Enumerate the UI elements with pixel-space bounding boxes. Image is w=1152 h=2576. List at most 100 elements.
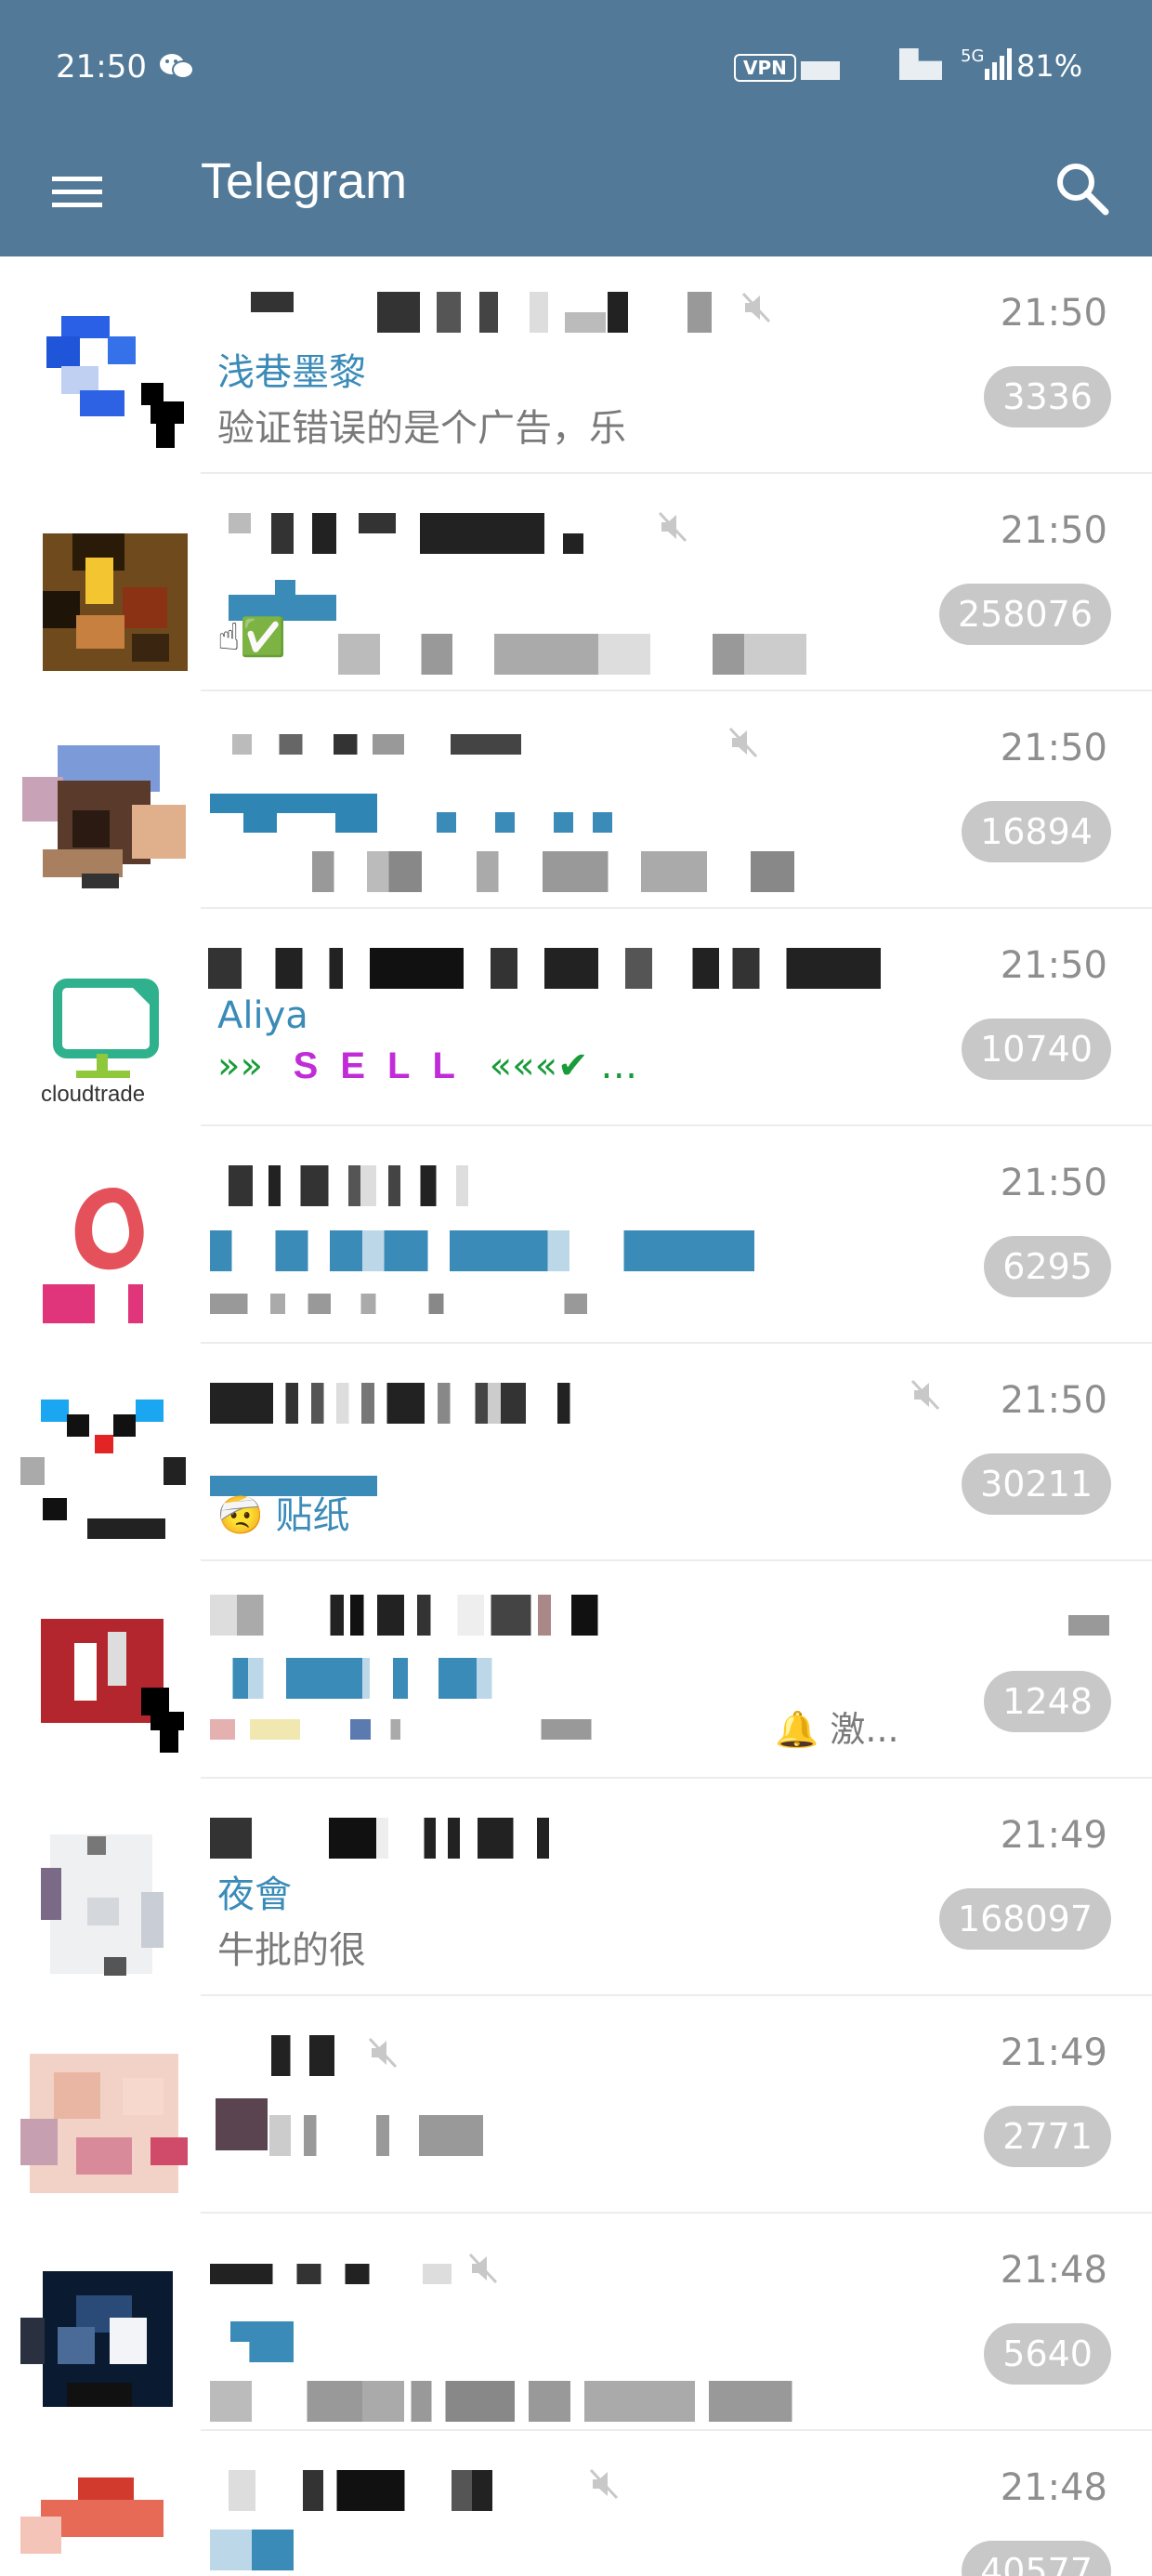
- unread-badge: 30211: [962, 1453, 1111, 1515]
- redacted-block: [479, 292, 498, 333]
- redacted-block: [312, 513, 336, 554]
- unread-badge: 16894: [962, 801, 1111, 862]
- message-preview: 🤕 贴纸: [217, 1494, 350, 1537]
- redacted-block: [230, 2321, 294, 2362]
- message-preview: 🔔 激...: [775, 1709, 899, 1750]
- mute-icon: [589, 2468, 619, 2500]
- message-preview: 牛批的很: [217, 1929, 366, 1972]
- chat-time: 21:50: [1000, 1162, 1107, 1204]
- chat-time: 21:48: [1000, 2466, 1107, 2509]
- avatar: [20, 286, 188, 453]
- chat-row[interactable]: 21:48 40577: [0, 2431, 1152, 2576]
- top-bar: 21:50 VPN 5G 81% Telegram: [0, 0, 1152, 256]
- chat-time: 21:50: [1000, 292, 1107, 335]
- redacted-block: [210, 2264, 452, 2284]
- chat-time: 21:50: [1000, 1379, 1107, 1422]
- chat-row[interactable]: cloudtrade 21:50 10740 Aliya »» SELL «««…: [0, 909, 1152, 1126]
- app-logo-icon: [43, 1188, 144, 1323]
- redacted-block: [269, 2115, 483, 2156]
- redacted-block: [210, 1595, 879, 1636]
- chat-row[interactable]: 21:50 3336 浅巷墨黎 验证错误的是个广告，乐: [0, 256, 1152, 474]
- redacted-block: [687, 292, 712, 333]
- chat-row[interactable]: 21:50 16894: [0, 691, 1152, 909]
- chat-row[interactable]: 21:48 5640: [0, 2214, 1152, 2431]
- sender-name: Aliya: [217, 994, 308, 1037]
- status-bar: 21:50 VPN 5G 81%: [0, 0, 1152, 139]
- mute-icon: [468, 2253, 498, 2284]
- redacted-block: [210, 1818, 805, 1859]
- chat-row[interactable]: 21:50 258076 ☝✅: [0, 474, 1152, 691]
- redacted-block: [338, 634, 858, 675]
- menu-icon[interactable]: [46, 162, 108, 223]
- signal-icon: [985, 48, 1012, 80]
- redacted-block: [229, 513, 251, 533]
- redacted-block: [359, 513, 396, 533]
- unread-badge: 10740: [962, 1019, 1111, 1080]
- redacted-block: [377, 292, 420, 333]
- chat-time: 21:50: [1000, 727, 1107, 769]
- search-icon[interactable]: [1050, 156, 1115, 221]
- app-title: Telegram: [201, 153, 408, 209]
- redacted-block: [229, 2470, 567, 2511]
- avatar: [20, 2461, 188, 2576]
- mute-icon: [728, 727, 758, 758]
- redacted-block: [232, 734, 622, 755]
- mute-icon: [368, 2037, 398, 2069]
- redacted-block: [210, 2530, 294, 2570]
- unread-badge: 1248: [984, 1671, 1111, 1732]
- avatar: [20, 721, 188, 888]
- unread-badge: 5640: [984, 2323, 1111, 2385]
- chat-time: 21:50: [1000, 944, 1107, 987]
- redacted-block: [437, 812, 632, 833]
- app-bar: Telegram: [0, 139, 1152, 256]
- chat-row[interactable]: 1248 🔔 激...: [0, 1561, 1152, 1779]
- vpn-badge: VPN: [734, 54, 796, 82]
- message-preview: ☝✅: [217, 616, 287, 659]
- sender-name: 夜會: [217, 1873, 292, 1916]
- status-time: 21:50: [56, 48, 147, 85]
- redacted-block: [210, 1658, 591, 1699]
- redacted-block: [251, 292, 294, 312]
- mute-icon: [741, 292, 771, 323]
- mute-icon: [658, 511, 687, 543]
- redacted-block: [210, 1294, 587, 1314]
- sender-name: 浅巷墨黎: [217, 351, 366, 394]
- redacted-image: [216, 2098, 268, 2150]
- chat-row[interactable]: 21:50 30211 🤕 贴纸: [0, 1344, 1152, 1561]
- redacted-block: [208, 948, 881, 989]
- avatar: [20, 2243, 188, 2411]
- redacted-block: [312, 851, 860, 892]
- avatar: [20, 1808, 188, 1976]
- chat-time: 21:49: [1000, 2031, 1107, 2074]
- battery-level: 81%: [1016, 48, 1083, 84]
- redacted-block: [530, 292, 548, 333]
- message-preview: »» SELL «««✔ …: [217, 1045, 637, 1087]
- redacted-block: [210, 794, 377, 833]
- redacted-block: [1068, 1615, 1109, 1636]
- unread-badge: 2771: [984, 2106, 1111, 2167]
- avatar: [20, 2026, 188, 2193]
- redacted-block: [608, 292, 628, 333]
- redacted-block: [271, 2035, 334, 2076]
- chat-time: 21:49: [1000, 1814, 1107, 1857]
- redacted-block: [210, 2381, 903, 2422]
- chat-row[interactable]: 21:49 168097 夜會 牛批的很: [0, 1779, 1152, 1996]
- redacted-block: [420, 513, 544, 554]
- arrow-emoji-suffix: «««✔ …: [489, 1045, 638, 1087]
- arrow-emoji-prefix: »»: [217, 1045, 263, 1087]
- redacted-block: [563, 533, 583, 554]
- avatar: [20, 504, 188, 671]
- cloudtrade-logo-icon: [53, 979, 159, 1078]
- unread-badge: 258076: [938, 584, 1111, 645]
- redacted-block: [210, 1719, 712, 1740]
- wechat-icon: [160, 54, 194, 79]
- unread-badge: 168097: [938, 1888, 1111, 1950]
- avatar-text: cloudtrade: [41, 1082, 146, 1106]
- avatar: cloudtrade: [20, 939, 188, 1106]
- mute-icon: [910, 1379, 940, 1411]
- redacted-block: [210, 1383, 842, 1424]
- chat-time: 21:48: [1000, 2249, 1107, 2292]
- chat-row[interactable]: 21:49 2771: [0, 1996, 1152, 2214]
- chat-row[interactable]: 21:50 6295: [0, 1126, 1152, 1344]
- avatar: [20, 1373, 188, 1541]
